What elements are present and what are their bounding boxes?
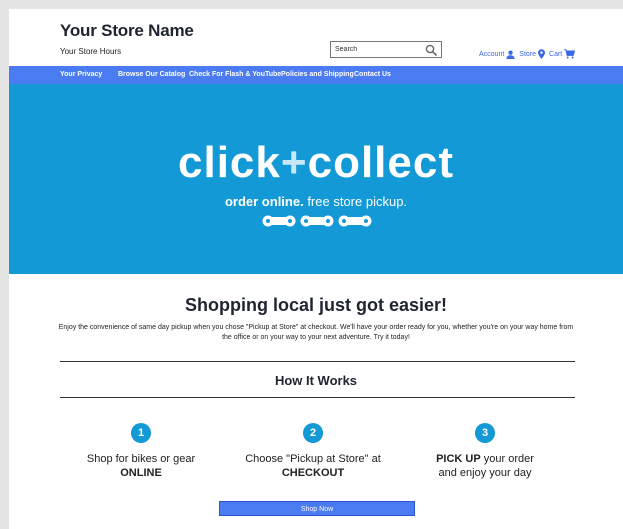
hero-title: click+collect bbox=[9, 141, 623, 185]
divider-top bbox=[60, 361, 575, 362]
hero-subtitle-rest: free store pickup. bbox=[303, 194, 408, 209]
hero-subtitle: order online. free store pickup. bbox=[9, 194, 623, 209]
step-line-1: Shop for bikes or gear bbox=[86, 453, 196, 465]
store-label: Store bbox=[519, 50, 537, 58]
account-link[interactable]: Account bbox=[479, 50, 515, 59]
step-text: PICK UP your order and enjoy your day bbox=[405, 452, 565, 480]
hero-subtitle-bold: order online. bbox=[224, 194, 304, 209]
site-header: Your Store Name Your Store Hours Account… bbox=[9, 9, 623, 66]
store-hours: Your Store Hours bbox=[60, 47, 122, 56]
section-headline: Shopping local just got easier! bbox=[184, 295, 448, 315]
store-link[interactable]: Store bbox=[519, 49, 546, 59]
step-number-badge: 3 bbox=[475, 423, 495, 443]
nav-item-catalog[interactable]: Browse Our Catalog bbox=[118, 71, 185, 78]
header-links: Account Store Cart bbox=[479, 47, 579, 61]
hero-title-collect: collect bbox=[307, 138, 454, 187]
step-line-1: Choose "Pickup at Store" at bbox=[245, 453, 381, 465]
step-text: Shop for bikes or gear ONLINE bbox=[61, 452, 221, 480]
shop-now-button[interactable]: Shop Now bbox=[219, 501, 415, 516]
hero-title-plus: + bbox=[280, 138, 308, 187]
step-line-2: CHECKOUT bbox=[281, 467, 345, 479]
step-number-badge: 2 bbox=[303, 423, 323, 443]
search-input[interactable] bbox=[335, 43, 423, 56]
how-it-works-title: How It Works bbox=[274, 373, 358, 388]
map-pin-icon bbox=[538, 49, 546, 59]
store-name[interactable]: Your Store Name bbox=[60, 21, 194, 41]
page: Your Store Name Your Store Hours Account… bbox=[9, 9, 623, 529]
search-box bbox=[330, 41, 442, 58]
nav-item-contact[interactable]: Contact Us bbox=[354, 71, 391, 78]
hero-banner: click+collect order online. free store p… bbox=[9, 84, 623, 274]
search-icon[interactable] bbox=[425, 44, 437, 56]
nav-item-privacy[interactable]: Your Privacy bbox=[60, 71, 102, 78]
step-text: Choose "Pickup at Store" at CHECKOUT bbox=[233, 452, 393, 480]
step-line-1-bold: PICK UP bbox=[436, 453, 481, 465]
nav-item-flash-youtube[interactable]: Check For Flash & YouTube bbox=[189, 71, 281, 78]
user-icon bbox=[506, 50, 515, 59]
step-line-2: and enjoy your day bbox=[438, 467, 532, 479]
bike-chain-icon bbox=[262, 215, 372, 227]
cart-link[interactable]: Cart bbox=[549, 49, 576, 59]
divider-bottom bbox=[60, 397, 575, 398]
step-number-badge: 1 bbox=[131, 423, 151, 443]
hero-title-click: click bbox=[178, 138, 281, 187]
section-description: Enjoy the convenience of same day pickup… bbox=[58, 324, 574, 341]
account-label: Account bbox=[479, 50, 505, 58]
nav-item-policies[interactable]: Policies and Shipping bbox=[281, 71, 354, 78]
cart-label: Cart bbox=[549, 50, 563, 58]
cart-icon bbox=[564, 49, 576, 59]
step-line-1-rest: your order bbox=[480, 453, 534, 465]
main-nav: Your Privacy Browse Our Catalog Check Fo… bbox=[9, 66, 623, 84]
step-line-2: ONLINE bbox=[120, 467, 162, 479]
